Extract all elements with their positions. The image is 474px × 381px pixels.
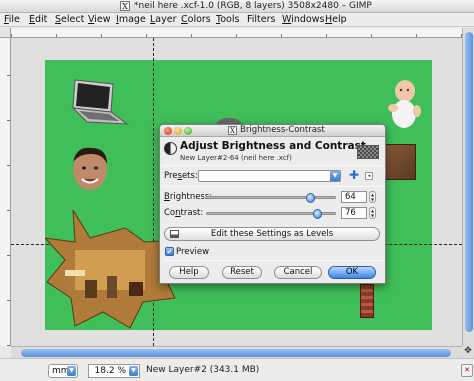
navigate-icon[interactable]: ✥ (462, 346, 474, 358)
contrast-slider[interactable] (206, 209, 336, 219)
edit-as-levels-label: Edit these Settings as Levels (210, 229, 334, 239)
layer-status-text: New Layer#2 (343.1 MB) (146, 365, 260, 375)
quick-mask-corner[interactable] (0, 28, 11, 38)
menu-windows[interactable]: Windows (282, 14, 324, 25)
window-title: *neil here .xcf-1.0 (RGB, 8 layers) 3508… (134, 1, 372, 11)
zoom-select[interactable]: 18.2 % ▼ (88, 364, 140, 378)
menu-view[interactable]: View (88, 14, 111, 25)
menu-colors[interactable]: Colors (181, 14, 211, 25)
edit-as-levels-button[interactable]: Edit these Settings as Levels (164, 227, 380, 241)
divider (163, 165, 382, 166)
menubar: File Edit Select View Image Layer Colors… (0, 13, 474, 27)
contrast-spinbox[interactable]: 76 (341, 207, 367, 219)
book-object (382, 144, 416, 180)
window-titlebar[interactable]: X *neil here .xcf-1.0 (RGB, 8 layers) 35… (0, 0, 474, 13)
zoom-window-icon[interactable] (184, 127, 192, 135)
cancel-icon[interactable]: ✕ (461, 364, 473, 377)
statusbar: mm ▼ 18.2 % ▼ New Layer#2 (343.1 MB) ✕ (0, 358, 474, 381)
unit-select[interactable]: mm ▼ (48, 364, 78, 378)
baby-object (388, 80, 421, 128)
divider (163, 186, 382, 187)
preview-checkbox[interactable]: ✔ (165, 247, 174, 256)
chevron-down-icon: ▼ (67, 366, 76, 376)
chevron-down-icon: ▼ (330, 171, 340, 181)
brightness-label: Brightness: (164, 192, 213, 202)
horizontal-scroll-thumb[interactable] (21, 349, 451, 357)
help-button[interactable]: Help (169, 266, 209, 279)
brightness-contrast-icon (164, 142, 177, 155)
menu-edit[interactable]: Edit (29, 14, 47, 25)
preset-menu-icon[interactable]: ◂ (365, 172, 373, 180)
dialog-subheading: New Layer#2-64 (neil here .xcf) (180, 154, 292, 162)
x11-window-icon: X (228, 126, 237, 135)
laptop-object (71, 79, 129, 125)
horizontal-ruler[interactable] (11, 28, 462, 38)
face-object (73, 147, 107, 190)
menu-file[interactable]: File (4, 14, 20, 25)
menu-layer[interactable]: Layer (150, 14, 177, 25)
dialog-heading: Adjust Brightness and Contrast (180, 140, 366, 152)
brightness-spinbox[interactable]: 64 (341, 191, 367, 203)
layer-thumbnail (357, 145, 379, 159)
minimize-window-icon[interactable] (174, 127, 182, 135)
brightness-slider[interactable] (206, 193, 336, 203)
menu-help[interactable]: Help (325, 14, 347, 25)
contrast-slider-handle[interactable] (313, 209, 322, 219)
brightness-contrast-dialog: X Brightness-Contrast Adjust Brightness … (159, 124, 386, 284)
dialog-window-title: Brightness-Contrast (240, 125, 325, 135)
presets-label: Presets: (164, 171, 198, 181)
brightness-stepper[interactable]: ▲ ▼ (369, 191, 376, 203)
vertical-scrollbar[interactable] (462, 28, 474, 346)
dialog-titlebar[interactable]: X Brightness-Contrast (160, 125, 385, 137)
divider (163, 260, 382, 261)
menu-filters[interactable]: Filters (247, 14, 275, 25)
presets-combo[interactable]: ▼ (198, 170, 341, 182)
chevron-down-icon: ▼ (129, 366, 138, 376)
close-window-icon[interactable] (164, 127, 172, 135)
zoom-value: 18.2 % (94, 366, 126, 376)
menu-tools[interactable]: Tools (216, 14, 239, 25)
contrast-label: Contrast: (164, 208, 204, 218)
menu-image[interactable]: Image (116, 14, 146, 25)
add-preset-icon[interactable]: ✚ (348, 169, 360, 182)
cancel-button[interactable]: Cancel (274, 266, 322, 279)
horizontal-scrollbar[interactable] (11, 346, 462, 358)
x11-window-icon: X (120, 1, 130, 11)
preview-label[interactable]: Preview (176, 247, 209, 257)
reset-button[interactable]: Reset (222, 266, 262, 279)
contrast-stepper[interactable]: ▲ ▼ (369, 207, 376, 219)
vertical-scroll-thumb[interactable] (465, 32, 473, 332)
vertical-ruler[interactable] (0, 38, 11, 346)
brightness-slider-handle[interactable] (306, 193, 315, 203)
ok-button[interactable]: OK (328, 266, 376, 279)
menu-select[interactable]: Select (55, 14, 84, 25)
tower-object (360, 284, 374, 318)
